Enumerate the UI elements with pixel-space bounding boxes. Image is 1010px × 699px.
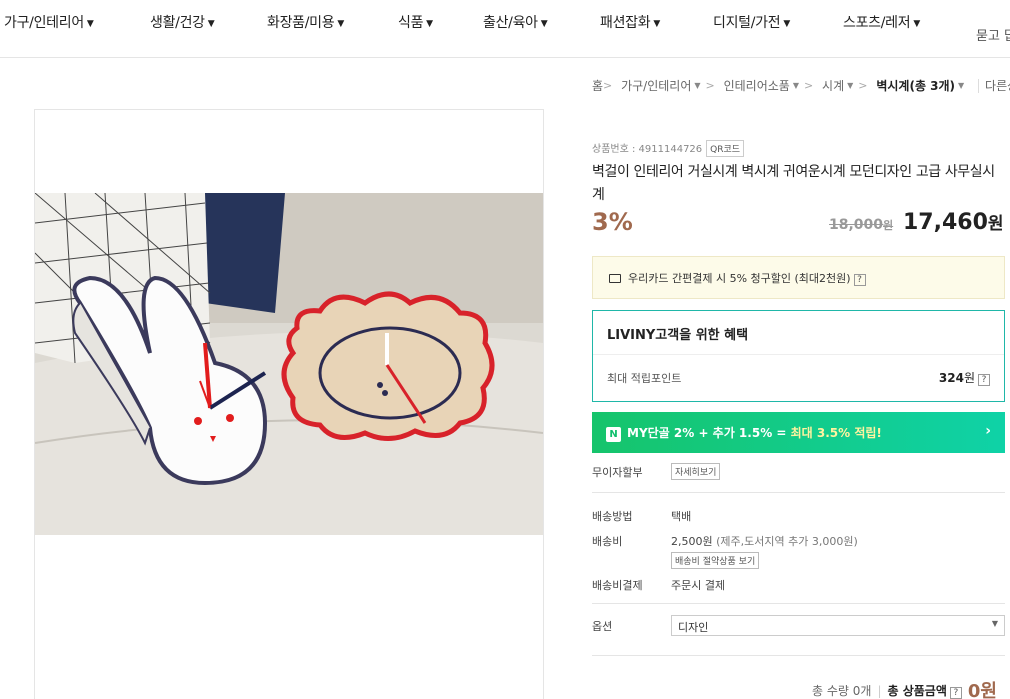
original-price: 18,000원 [829, 217, 894, 233]
help-icon[interactable]: ? [853, 274, 866, 286]
breadcrumb-furniture[interactable]: 가구/인테리어 [621, 79, 691, 93]
shipping-payment-label: 배송비결제 [592, 579, 643, 592]
nav-category-beauty[interactable]: 화장품/미용 ▼ [267, 12, 344, 32]
product-title: 벽걸이 인테리어 거실시계 벽시계 귀여운시계 모던디자인 고급 사무실시계 [592, 164, 995, 203]
breadcrumb-interior[interactable]: 인테리어소품 [724, 79, 790, 93]
caret-down-icon[interactable]: ▼ [793, 81, 799, 90]
credit-card-icon [609, 274, 621, 283]
qna-link[interactable]: 묻고 답 [976, 25, 1010, 44]
other-products-link[interactable]: 다른상 [978, 79, 1010, 93]
max-points-label: 최대 적립포인트 [607, 372, 682, 385]
shipping-fee-label: 배송비 [592, 535, 623, 548]
breadcrumb-count: (총 3개) [909, 79, 956, 93]
chevron-down-icon: ▼ [783, 19, 790, 29]
help-icon[interactable]: ? [949, 687, 962, 699]
chevron-down-icon: ▼ [426, 19, 433, 29]
divider [592, 492, 1005, 493]
nav-category-sports[interactable]: 스포츠/레저 ▼ [843, 12, 920, 32]
chevron-down-icon: ▼ [991, 619, 998, 628]
product-photo-illustration [35, 193, 543, 535]
qr-code-button[interactable]: QR코드 [706, 140, 745, 157]
product-number: 상품번호 : 4911144726 QR코드 [592, 140, 745, 157]
breadcrumb-clock[interactable]: 시계 [822, 79, 844, 93]
shipping-payment-value: 주문시 결제 [671, 579, 726, 592]
column-divider [543, 109, 544, 699]
chevron-down-icon: ▼ [913, 19, 920, 29]
member-benefit-box: LIVINY고객을 위한 혜택 최대 적립포인트 324원? [592, 310, 1005, 402]
discount-rate: 3% [592, 208, 633, 236]
installment-details-button[interactable]: 자세히보기 [671, 463, 721, 480]
nav-category-furniture[interactable]: 가구/인테리어 ▼ [4, 12, 94, 32]
shipping-fee-value: 2,500원 (제주,도서지역 추가 3,000원) [671, 535, 858, 548]
nav-category-digital[interactable]: 디지털/가전 ▼ [713, 12, 790, 32]
max-points-value: 324원? [939, 369, 990, 386]
breadcrumb-current[interactable]: 벽시계 [876, 79, 909, 93]
installment-label: 무이자할부 [592, 466, 643, 479]
caret-down-icon[interactable]: ▼ [847, 81, 853, 90]
nav-category-fashion[interactable]: 패션잡화 ▼ [600, 12, 660, 32]
benefit-row: 최대 적립포인트 324원? [593, 355, 1004, 401]
total-quantity: 총 수량 0개 [812, 684, 872, 698]
breadcrumb-home[interactable]: 홈 [592, 79, 603, 93]
divider [592, 655, 1005, 656]
shipping-method-value: 택배 [671, 510, 692, 523]
option-select[interactable]: 디자인 ▼ [671, 615, 1005, 636]
total-amount-label: 총 상품금액 [887, 684, 947, 698]
nav-category-living[interactable]: 생활/건강 ▼ [150, 12, 215, 32]
nav-category-food[interactable]: 식품 ▼ [398, 12, 433, 32]
breadcrumb: 홈> 가구/인테리어 ▼ > 인테리어소품 ▼ > 시계 ▼ > 벽시계(총 3개) ▼ 다른… [592, 77, 1010, 94]
chevron-down-icon: ▼ [337, 19, 344, 29]
card-discount-text: 우리카드 간편결제 시 5% 청구할인 (최대2천원) [628, 272, 851, 285]
nav-category-baby[interactable]: 출산/육아 ▼ [483, 12, 548, 32]
divider [592, 603, 1005, 604]
shipping-saver-button[interactable]: 배송비 절약상품 보기 [671, 552, 760, 569]
chevron-down-icon: ▼ [86, 19, 94, 29]
chevron-down-icon: ▼ [540, 19, 548, 29]
chevron-right-icon: › [985, 423, 991, 439]
naver-logo-icon: N [606, 427, 621, 442]
caret-down-icon[interactable]: ▼ [694, 81, 700, 90]
sale-price: 17,460원 [903, 210, 1004, 235]
my-regular-promo-banner[interactable]: N MY단골 2% + 추가 1.5% = 최대 3.5% 적립! › [592, 412, 1005, 453]
card-discount-banner: 우리카드 간편결제 시 5% 청구할인 (최대2천원)? [592, 256, 1005, 299]
benefit-title: LIVINY고객을 위한 혜택 [593, 311, 1004, 355]
total-amount-value: 0원 [967, 681, 997, 699]
order-total: 총 수량 0개 | 총 상품금액? 0원 [812, 675, 997, 699]
shipping-method-label: 배송방법 [592, 510, 633, 523]
chevron-down-icon: ▼ [207, 19, 215, 29]
chevron-down-icon: ▼ [653, 19, 660, 29]
option-label: 옵션 [592, 620, 613, 633]
category-nav: 가구/인테리어 ▼ 생활/건강 ▼ 화장품/미용 ▼ 식품 ▼ 출산/육아 ▼ 패션잡화 ▼… [0, 0, 1010, 58]
help-icon[interactable]: ? [978, 374, 990, 386]
option-selected-value: 디자인 [678, 621, 709, 634]
caret-down-icon[interactable]: ▼ [958, 81, 964, 90]
product-photo[interactable] [35, 193, 543, 535]
